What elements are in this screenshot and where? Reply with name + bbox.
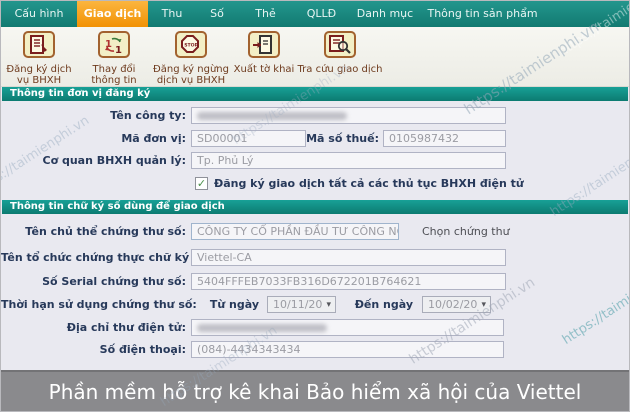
export-declaration-button[interactable]: Xuất tờ khai bbox=[231, 31, 297, 75]
redacted-company-name bbox=[197, 112, 347, 120]
chevron-down-icon: ▾ bbox=[481, 299, 486, 310]
choose-certificate-link[interactable]: Chọn chứng thư bbox=[422, 223, 510, 240]
export-declaration-icon bbox=[248, 31, 280, 58]
phone-label: Số điện thoại: bbox=[99, 343, 186, 356]
change-info-label: Thay đổi thông tin bbox=[91, 64, 137, 86]
svg-text:STOP: STOP bbox=[184, 42, 198, 48]
footer-caption-text: Phần mềm hỗ trợ kê khai Bảo hiểm xã hội … bbox=[48, 380, 582, 404]
register-service-icon bbox=[23, 31, 55, 58]
toolbar: Đăng ký dịch vụ BHXH 1 1 Thay đổi thông … bbox=[1, 27, 629, 87]
tab-the[interactable]: Thẻ bbox=[238, 1, 293, 27]
check-icon: ✓ bbox=[196, 177, 207, 190]
section-header-signature-info: Thông tin chữ ký số dùng để giao dịch bbox=[2, 200, 628, 214]
tab-giao-dich[interactable]: Giao dịch bbox=[77, 1, 148, 27]
tab-danh-muc[interactable]: Danh mục bbox=[350, 1, 420, 27]
email-label: Địa chỉ thư điện tử: bbox=[66, 321, 186, 334]
stop-service-label: Đăng ký ngừng dịch vụ BHXH bbox=[153, 64, 229, 86]
tab-cau-hinh[interactable]: Cấu hình bbox=[1, 1, 77, 27]
search-transaction-label: Tra cứu giao dịch bbox=[297, 64, 383, 75]
cert-subject-label: Tên chủ thể chứng thư số: bbox=[25, 225, 186, 238]
change-info-icon: 1 1 bbox=[98, 31, 130, 58]
cert-serial-label: Số Serial chứng thư số: bbox=[42, 275, 186, 288]
to-date-label: Đến ngày bbox=[354, 298, 413, 311]
register-all-procedures-label: Đăng ký giao dịch tất cả các thủ tục BHX… bbox=[214, 177, 524, 190]
change-info-button[interactable]: 1 1 Thay đổi thông tin bbox=[81, 31, 147, 86]
company-name-field[interactable] bbox=[191, 107, 506, 124]
register-service-label: Đăng ký dịch vụ BHXH bbox=[6, 64, 72, 86]
phone-field[interactable]: (084)-4434343434 bbox=[191, 341, 504, 358]
to-date-value: 10/02/20 bbox=[428, 298, 478, 311]
tab-so[interactable]: Số bbox=[196, 1, 238, 27]
app-window: Cấu hình Giao dịch Thu Số Thẻ QLLĐ Danh … bbox=[0, 0, 630, 412]
from-date-value: 10/11/20 bbox=[273, 298, 323, 311]
email-field[interactable] bbox=[191, 319, 504, 336]
redacted-email bbox=[197, 324, 327, 332]
ca-org-label: Tên tổ chức chứng thực chữ ký số: bbox=[1, 251, 212, 264]
bhxh-agency-label: Cơ quan BHXH quản lý: bbox=[42, 154, 186, 167]
svg-text:1: 1 bbox=[115, 45, 122, 55]
chevron-down-icon: ▾ bbox=[326, 299, 331, 310]
register-service-button[interactable]: Đăng ký dịch vụ BHXH bbox=[3, 31, 75, 86]
tax-code-label: Mã số thuế: bbox=[306, 132, 379, 145]
cert-serial-field[interactable]: 5404FFFEB7033FB316D672201B764621 bbox=[191, 273, 506, 290]
cert-validity-label: Thời hạn sử dụng chứng thư số: bbox=[1, 298, 197, 311]
search-transaction-button[interactable]: Tra cứu giao dịch bbox=[297, 31, 383, 75]
tax-code-field[interactable]: 0105987432 bbox=[383, 130, 506, 147]
search-transaction-icon bbox=[324, 31, 356, 58]
tab-thu[interactable]: Thu bbox=[148, 1, 196, 27]
register-all-procedures-checkbox[interactable]: ✓ bbox=[195, 177, 208, 190]
from-date-label: Từ ngày bbox=[209, 298, 259, 311]
section-header-unit-info: Thông tin đơn vị đăng ký bbox=[2, 87, 628, 101]
stop-service-button[interactable]: STOP Đăng ký ngừng dịch vụ BHXH bbox=[151, 31, 231, 86]
footer-caption-bar: Phần mềm hỗ trợ kê khai Bảo hiểm xã hội … bbox=[1, 370, 629, 411]
from-date-dropdown[interactable]: 10/11/20 ▾ bbox=[267, 296, 336, 313]
stop-service-icon: STOP bbox=[175, 31, 207, 58]
ca-org-field[interactable]: Viettel-CA bbox=[191, 249, 506, 266]
company-name-label: Tên công ty: bbox=[110, 109, 186, 122]
export-declaration-label: Xuất tờ khai bbox=[233, 64, 295, 75]
bhxh-agency-field[interactable]: Tp. Phủ Lý bbox=[191, 152, 506, 169]
unit-code-label: Mã đơn vị: bbox=[121, 132, 186, 145]
to-date-dropdown[interactable]: 10/02/20 ▾ bbox=[422, 296, 491, 313]
watermark: https://taimienphi.vn bbox=[559, 261, 630, 348]
unit-code-field[interactable]: SD00001 bbox=[191, 130, 306, 147]
tab-qlld[interactable]: QLLĐ bbox=[293, 1, 350, 27]
cert-subject-field[interactable]: CÔNG TY CỔ PHẦN ĐẦU TƯ CÔNG NG bbox=[191, 223, 399, 240]
tab-thong-tin-san-pham[interactable]: Thông tin sản phẩm bbox=[420, 1, 545, 27]
tab-bar: Cấu hình Giao dịch Thu Số Thẻ QLLĐ Danh … bbox=[1, 1, 629, 27]
